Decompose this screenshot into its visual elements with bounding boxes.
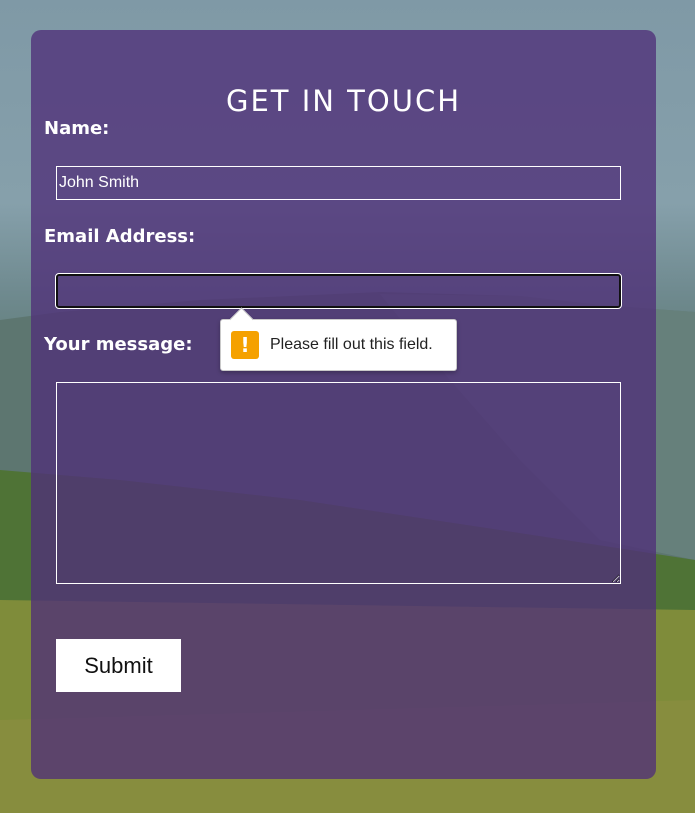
contact-form-card: GET IN TOUCH Name: Email Address: Your m… — [31, 30, 656, 779]
warning-icon: ! — [231, 331, 259, 359]
email-label: Email Address: — [44, 226, 196, 247]
message-textarea[interactable] — [56, 382, 621, 584]
tooltip-message: Please fill out this field. — [270, 336, 433, 353]
submit-button[interactable]: Submit — [56, 639, 181, 692]
email-input[interactable] — [55, 273, 622, 309]
form-title: GET IN TOUCH — [225, 84, 461, 118]
validation-tooltip: ! Please fill out this field. — [220, 307, 457, 371]
message-label: Your message: — [44, 334, 193, 355]
name-input[interactable] — [56, 166, 621, 200]
name-label: Name: — [44, 118, 110, 139]
